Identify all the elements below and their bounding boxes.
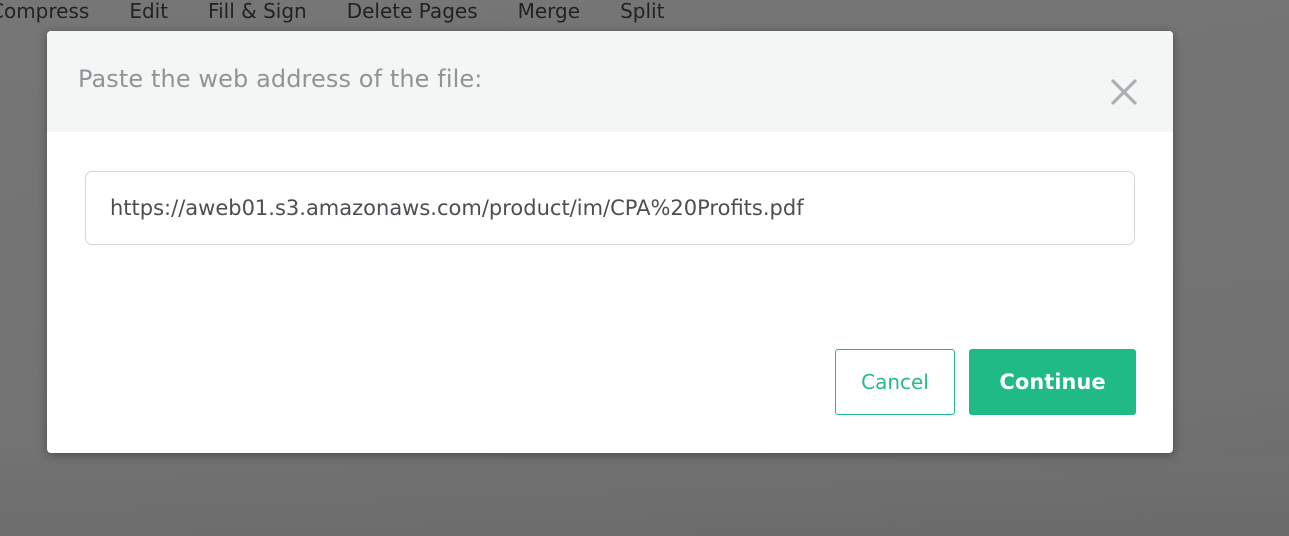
modal-title: Paste the web address of the file: (78, 65, 483, 93)
url-input[interactable] (85, 171, 1135, 245)
close-icon (1111, 79, 1137, 105)
nav-item-merge: Merge (517, 0, 581, 23)
close-button[interactable] (1109, 77, 1139, 107)
page-background-band (0, 455, 1289, 536)
nav-item-split: Split (620, 0, 665, 23)
modal-header: Paste the web address of the file: (47, 31, 1173, 132)
cancel-button[interactable]: Cancel (835, 349, 955, 415)
url-modal: Paste the web address of the file: Cance… (47, 31, 1173, 453)
nav-item-edit: Edit (129, 0, 169, 23)
nav-item-delete-pages: Delete Pages (346, 0, 478, 23)
background-nav: Compress Edit Fill & Sign Delete Pages M… (0, 0, 664, 31)
nav-item-compress: Compress (0, 0, 90, 23)
continue-button[interactable]: Continue (969, 349, 1136, 415)
nav-item-fill-sign: Fill & Sign (208, 0, 307, 23)
